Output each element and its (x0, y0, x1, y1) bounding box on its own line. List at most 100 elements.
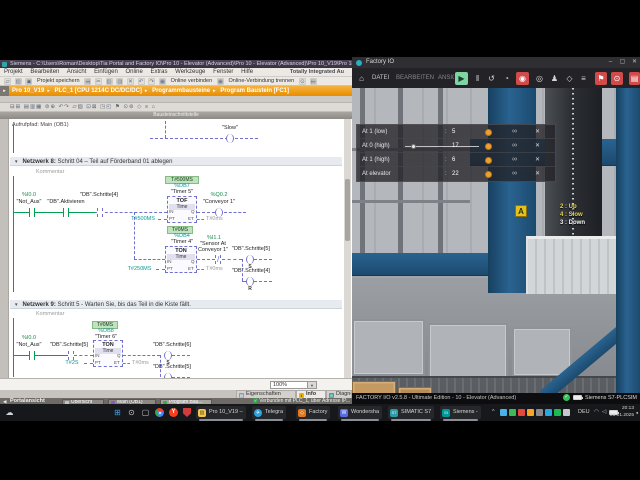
open-project-icon[interactable]: ▨ (14, 78, 22, 85)
minimize-button[interactable]: – (605, 57, 616, 68)
go-offline-button[interactable]: Online-Verbindung trennen (229, 77, 295, 85)
maximize-button[interactable]: ▢ (617, 57, 628, 68)
wifi-icon[interactable]: ◠ (594, 404, 599, 421)
tray-icon[interactable] (554, 409, 561, 416)
contact-tag[interactable]: Conveyor 1" (193, 247, 233, 253)
print-icon[interactable]: ▤ (84, 78, 92, 85)
redo-icon[interactable]: ↷ (148, 78, 156, 85)
breadcrumb-project[interactable]: Pro 10_V19 (12, 88, 44, 94)
taskbar-app-wondershare[interactable]: W Wondersha (338, 406, 383, 421)
slider-handle[interactable] (411, 143, 416, 149)
close-button[interactable]: ✕ (629, 57, 640, 68)
go-offline-icon[interactable]: ▦ (216, 78, 224, 85)
tray-icon[interactable] (500, 409, 507, 416)
driver-button[interactable]: ⊙ (611, 71, 623, 85)
close-icon[interactable]: ✕ (535, 167, 540, 181)
set-coil-schritte5[interactable]: S (246, 255, 254, 270)
breadcrumb-arrow-icon[interactable]: ▸ (0, 86, 9, 96)
timer-pt-value[interactable]: T#2S (62, 360, 82, 366)
breadcrumb-program-block[interactable]: Program Baustein [FC1] (220, 88, 289, 94)
taskbar-app-siemens[interactable]: SI Siemens - (440, 406, 481, 421)
yandex-browser-icon[interactable]: Y (169, 408, 178, 417)
tab-diagnose[interactable]: ◎Diagnose (326, 390, 352, 398)
link-icon[interactable]: ∞ (512, 125, 517, 139)
camera-button[interactable]: ◎ (533, 72, 546, 85)
coil-slow[interactable] (226, 134, 234, 143)
tags-button[interactable]: ◇ (563, 72, 576, 85)
reset-coil-schritte4[interactable]: R (246, 277, 254, 292)
tia-title-bar[interactable]: Siemens - C:\Users\Roman\Desktop\Tia Por… (0, 60, 352, 68)
network9-header[interactable]: ▼ Netzwerk 9: Schritt 5 - Warten Sie, bis… (10, 300, 342, 309)
task-view-icon[interactable]: ▢ (140, 407, 151, 418)
menu-bearbeiten[interactable]: BEARBEITEN (396, 68, 434, 88)
fio-title-bar[interactable]: Factory IO – ▢ ✕ (352, 57, 640, 68)
menu-projekt[interactable]: Projekt (4, 69, 23, 75)
taskbar-app-factory-io[interactable]: ◇ Factory (296, 406, 331, 421)
zoom-dropdown-icon[interactable]: ▼ (308, 381, 317, 389)
chrome-icon[interactable] (155, 408, 164, 417)
tag-list-button[interactable]: ≡ (577, 72, 590, 85)
failures-button[interactable]: ⚑ (595, 71, 607, 85)
save-project-label[interactable]: Projekt speichern (37, 77, 80, 85)
breadcrumb-plc[interactable]: PLC_1 [CPU 1214C DC/DC/DC] (55, 88, 142, 94)
toolbar-edge-button[interactable]: ▤ (629, 71, 640, 85)
diagnostics-icon[interactable]: ⊙ (298, 78, 306, 85)
operator-view-button[interactable]: ♟ (548, 72, 561, 85)
taskbar-app-explorer[interactable]: ▨ Pro 10_V19 – (196, 406, 246, 421)
coil-tag[interactable]: "Conveyor 1" (198, 199, 240, 205)
notification-bell-icon[interactable]: ● (636, 404, 638, 421)
cut-icon[interactable]: ✂ (94, 78, 102, 85)
coil-tag-slow[interactable]: "Slow" (205, 125, 255, 131)
taskbar-app-simatic[interactable]: S7 SIMATIC S7 (388, 406, 435, 421)
force-indicator-icon[interactable] (485, 129, 492, 136)
tray-icon[interactable] (545, 409, 552, 416)
editor-toolbar-icons[interactable]: ⊟⊞ ▤▥▦ ⊜⊕ ↶↷ ▱▨ ⊡⊠ ◳◰ ⚑ ⊙⊚ ◇ ≡ ⌂ (0, 103, 352, 112)
tag-value[interactable]: 6 (452, 153, 470, 167)
contact-tag[interactable]: "DB".Schritte[4] (76, 192, 122, 198)
collapse-icon[interactable]: ▼ (14, 302, 18, 307)
shield-icon[interactable] (183, 408, 191, 417)
scrollbar-thumb[interactable] (345, 179, 350, 241)
menu-einfuegen[interactable]: Einfügen (94, 69, 118, 75)
clock[interactable]: 20:13 23.01.2025 (608, 406, 634, 419)
set-coil-tag[interactable]: "DB".Schritte[6] (146, 342, 198, 348)
force-indicator-icon[interactable] (485, 171, 492, 178)
tray-icon[interactable] (527, 409, 534, 416)
contact-schritte5[interactable] (68, 351, 74, 360)
contact-tag[interactable]: "DB".Aktivieren (43, 199, 89, 205)
zoom-select[interactable]: 100% (270, 381, 308, 389)
reset-coil-tag[interactable]: "DB".Schritte[4] (228, 268, 274, 274)
paste-icon[interactable]: ▧ (116, 78, 124, 85)
time-scale-button[interactable]: ◔ (500, 72, 513, 85)
block-interface-bar[interactable]: Bausteinschnittstelle (0, 112, 352, 119)
undo-icon[interactable]: ↶ (137, 78, 145, 85)
breadcrumb-blocks[interactable]: Programmbausteine (152, 88, 210, 94)
link-icon[interactable]: ∞ (512, 139, 517, 153)
menu-hilfe[interactable]: Hilfe (241, 69, 253, 75)
set-coil-schritte6[interactable]: S (164, 351, 172, 366)
home-icon[interactable]: ⌂ (355, 72, 368, 85)
editor-scrollbar[interactable] (344, 119, 351, 378)
network-icon[interactable]: ▦ (158, 78, 166, 85)
search-icon[interactable]: ⊙ (126, 407, 137, 418)
weather-icon[interactable]: ☁ (4, 407, 15, 418)
nc-contact-sensor[interactable]: / (215, 255, 221, 264)
contact-not-aus[interactable] (29, 208, 35, 217)
tab-eigenschaften[interactable]: ▤ Eigenschaften (236, 390, 296, 398)
force-indicator-icon[interactable] (485, 143, 492, 150)
contact-aktivieren[interactable] (63, 208, 69, 217)
network8-header[interactable]: ▼ Netzwerk 8: Schritt 04 – Teil auf Förde… (10, 157, 342, 166)
close-icon[interactable]: ✕ (535, 153, 540, 167)
menu-fenster[interactable]: Fenster (213, 69, 233, 75)
menu-ansicht[interactable]: ANSICHT (438, 68, 454, 88)
link-icon[interactable]: ∞ (512, 153, 517, 167)
pause-button[interactable]: ‖ (471, 72, 484, 85)
force-indicator-icon[interactable] (485, 157, 492, 164)
contact-not-aus[interactable] (29, 351, 35, 360)
window-split-icon[interactable]: ▤ (309, 78, 317, 85)
tag-value[interactable]: 22 (452, 167, 470, 181)
contact-tag[interactable]: "Not_Aus" (12, 342, 46, 348)
close-icon[interactable]: ✕ (535, 139, 540, 153)
delete-icon[interactable]: ✕ (126, 78, 134, 85)
link-icon[interactable]: ∞ (512, 167, 517, 181)
